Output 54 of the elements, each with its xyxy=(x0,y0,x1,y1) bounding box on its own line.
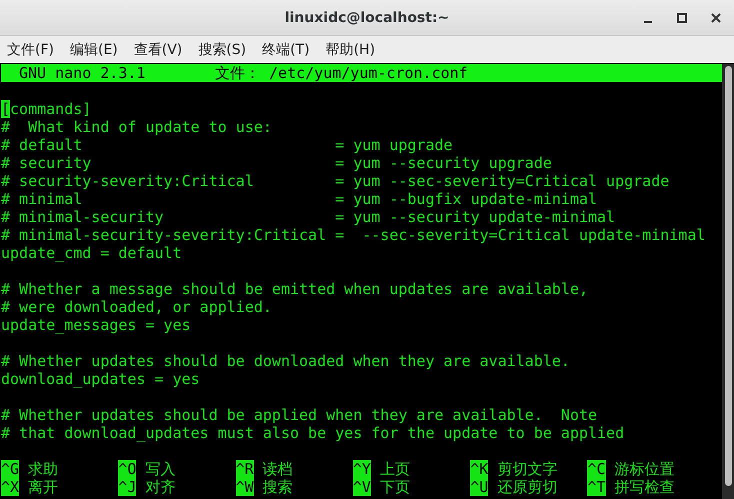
shortcut-label: 上页 xyxy=(380,460,410,478)
code-line: # minimal-security = yum --security update-minimal xyxy=(1,208,616,226)
menu-item[interactable]: 终端(T) xyxy=(262,40,310,58)
shortcut-label: 游标位置 xyxy=(614,460,675,478)
file-name: 文件： /etc/yum/yum-cron.conf xyxy=(215,64,468,82)
shortcut-key: ^J xyxy=(118,478,136,496)
shortcut-key: ^U xyxy=(470,478,488,496)
menu-item[interactable]: 编辑(E) xyxy=(70,40,118,58)
shortcut-label: 还原剪切 xyxy=(497,478,558,496)
shortcut-label: 写入 xyxy=(145,460,176,478)
code-line: # minimal = yum --bugfix update-minimal xyxy=(1,190,598,208)
scrollbar-thumb[interactable] xyxy=(724,66,732,486)
code-line: # security-severity:Critical = yum --sec-severity=Critical upgrade xyxy=(1,172,670,190)
shortcut-key: ^Y xyxy=(352,460,371,478)
code-line: # were downloaded, or applied. xyxy=(1,298,272,316)
code-line: # Whether a message should be emitted when updates are available, xyxy=(1,280,588,298)
close-icon[interactable] xyxy=(710,12,722,24)
maximize-icon[interactable] xyxy=(676,12,688,24)
menu-item[interactable]: 帮助(H) xyxy=(326,40,376,58)
menu-item[interactable]: 搜索(S) xyxy=(198,40,246,58)
scrollbar[interactable] xyxy=(722,64,734,499)
code-line: # minimal-security-severity:Critical = --sec-severity=Critical update-minimal xyxy=(1,226,706,244)
code-line: commands] xyxy=(10,100,92,118)
shortcut-label: 下页 xyxy=(380,478,410,496)
shortcut-label: 离开 xyxy=(28,478,58,496)
shortcut-key: ^G xyxy=(1,460,20,478)
code-line: # default = yum upgrade xyxy=(1,136,453,154)
code-line: # What kind of update to use: xyxy=(1,118,272,136)
shortcut-key: ^R xyxy=(236,460,254,478)
shortcut-label: 求助 xyxy=(28,460,58,478)
code-line: # that download_updates must also be yes for the update to be applied xyxy=(1,424,624,442)
code-line: update_messages = yes xyxy=(1,316,191,334)
window-title: linuxidc@localhost:~ xyxy=(284,10,450,26)
shortcut-label: 剪切文字 xyxy=(497,460,558,478)
app-version: GNU nano 2.3.1 xyxy=(18,64,146,82)
shortcut-key: ^V xyxy=(352,478,371,496)
code-line: # Whether updates should be applied when they are available. Note xyxy=(1,406,598,424)
code-line: # Whether updates should be downloaded when they are available. xyxy=(1,352,570,370)
shortcut-key: ^O xyxy=(118,460,136,478)
shortcut-key: ^X xyxy=(1,478,20,496)
shortcut-label: 读档 xyxy=(262,460,293,478)
code-line: download_updates = yes xyxy=(1,370,200,388)
shortcut-label: 对齐 xyxy=(145,478,176,496)
shortcut-key: ^C xyxy=(587,460,606,478)
menu-item[interactable]: 查看(V) xyxy=(134,40,182,58)
shortcut-label: 拼写检查 xyxy=(614,478,675,496)
menu-item[interactable]: 文件(F) xyxy=(7,40,54,58)
shortcut-key: ^K xyxy=(470,460,488,478)
shortcut-label: 搜索 xyxy=(262,478,293,496)
code-line: update_cmd = default xyxy=(1,244,182,262)
text-cursor: [ xyxy=(1,100,10,118)
shortcut-key: ^T xyxy=(587,478,606,496)
code-line: # security = yum --security upgrade xyxy=(1,154,552,172)
shortcut-key: ^W xyxy=(236,478,254,496)
